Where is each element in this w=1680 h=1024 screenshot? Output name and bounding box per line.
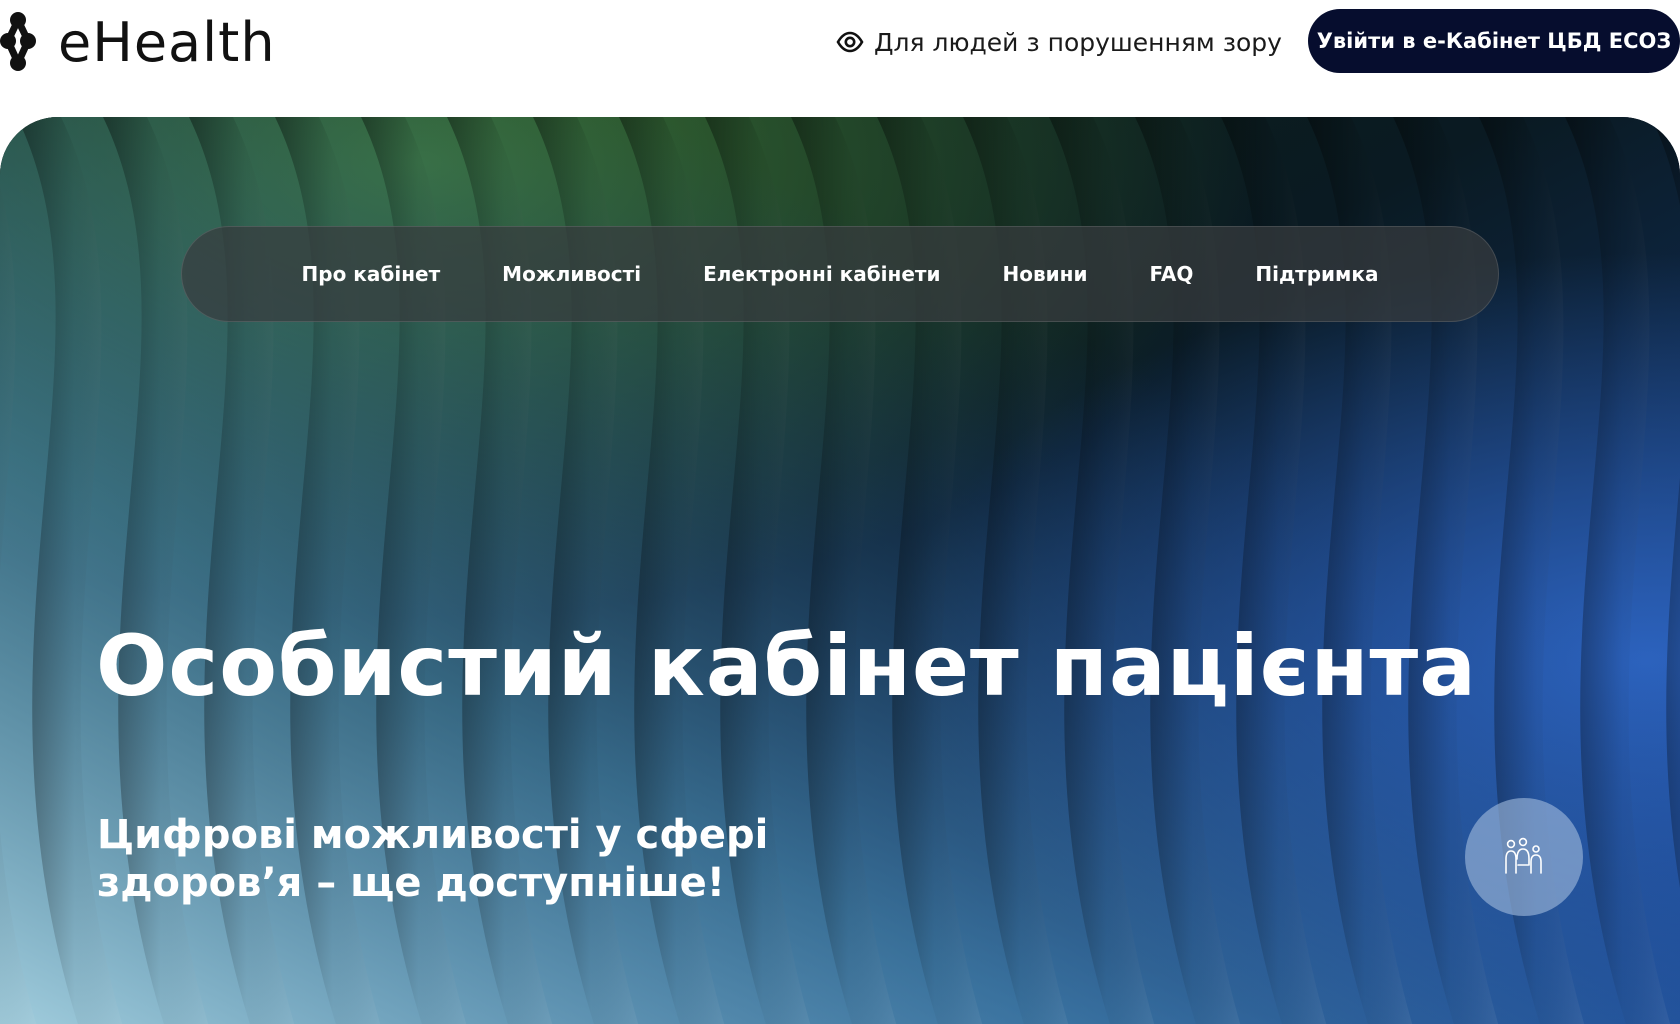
nav-item-about[interactable]: Про кабінет <box>302 262 441 286</box>
nav-item-faq[interactable]: FAQ <box>1150 262 1194 286</box>
low-vision-link[interactable]: Для людей з порушенням зору <box>836 22 1282 62</box>
nav-item-news[interactable]: Новини <box>1003 262 1088 286</box>
hero-subtitle: Цифрові можливості у сфері здоров’я – ще… <box>97 812 769 906</box>
hero-banner: Про кабінет Можливості Електронні кабіне… <box>0 117 1680 1024</box>
login-button[interactable]: Увійти в е-Кабінет ЦБД ЕСОЗ <box>1308 9 1680 73</box>
nav-item-features[interactable]: Можливості <box>502 262 641 286</box>
ehealth-logo[interactable]: eHealth <box>0 8 276 76</box>
hero-title: Особистий кабінет пацієнта <box>96 617 1477 715</box>
ehealth-logo-icon <box>0 12 36 71</box>
family-icon <box>1505 837 1542 874</box>
family-button[interactable] <box>1465 798 1583 916</box>
logo-text: eHealth <box>58 10 276 74</box>
nav-item-support[interactable]: Підтримка <box>1255 262 1378 286</box>
eye-icon <box>836 31 864 53</box>
nav-item-e-cabinets[interactable]: Електронні кабінети <box>703 262 940 286</box>
low-vision-label: Для людей з порушенням зору <box>874 27 1282 57</box>
site-header: eHealth Для людей з порушенням зору Увій… <box>0 0 1680 117</box>
main-nav: Про кабінет Можливості Електронні кабіне… <box>181 226 1499 322</box>
